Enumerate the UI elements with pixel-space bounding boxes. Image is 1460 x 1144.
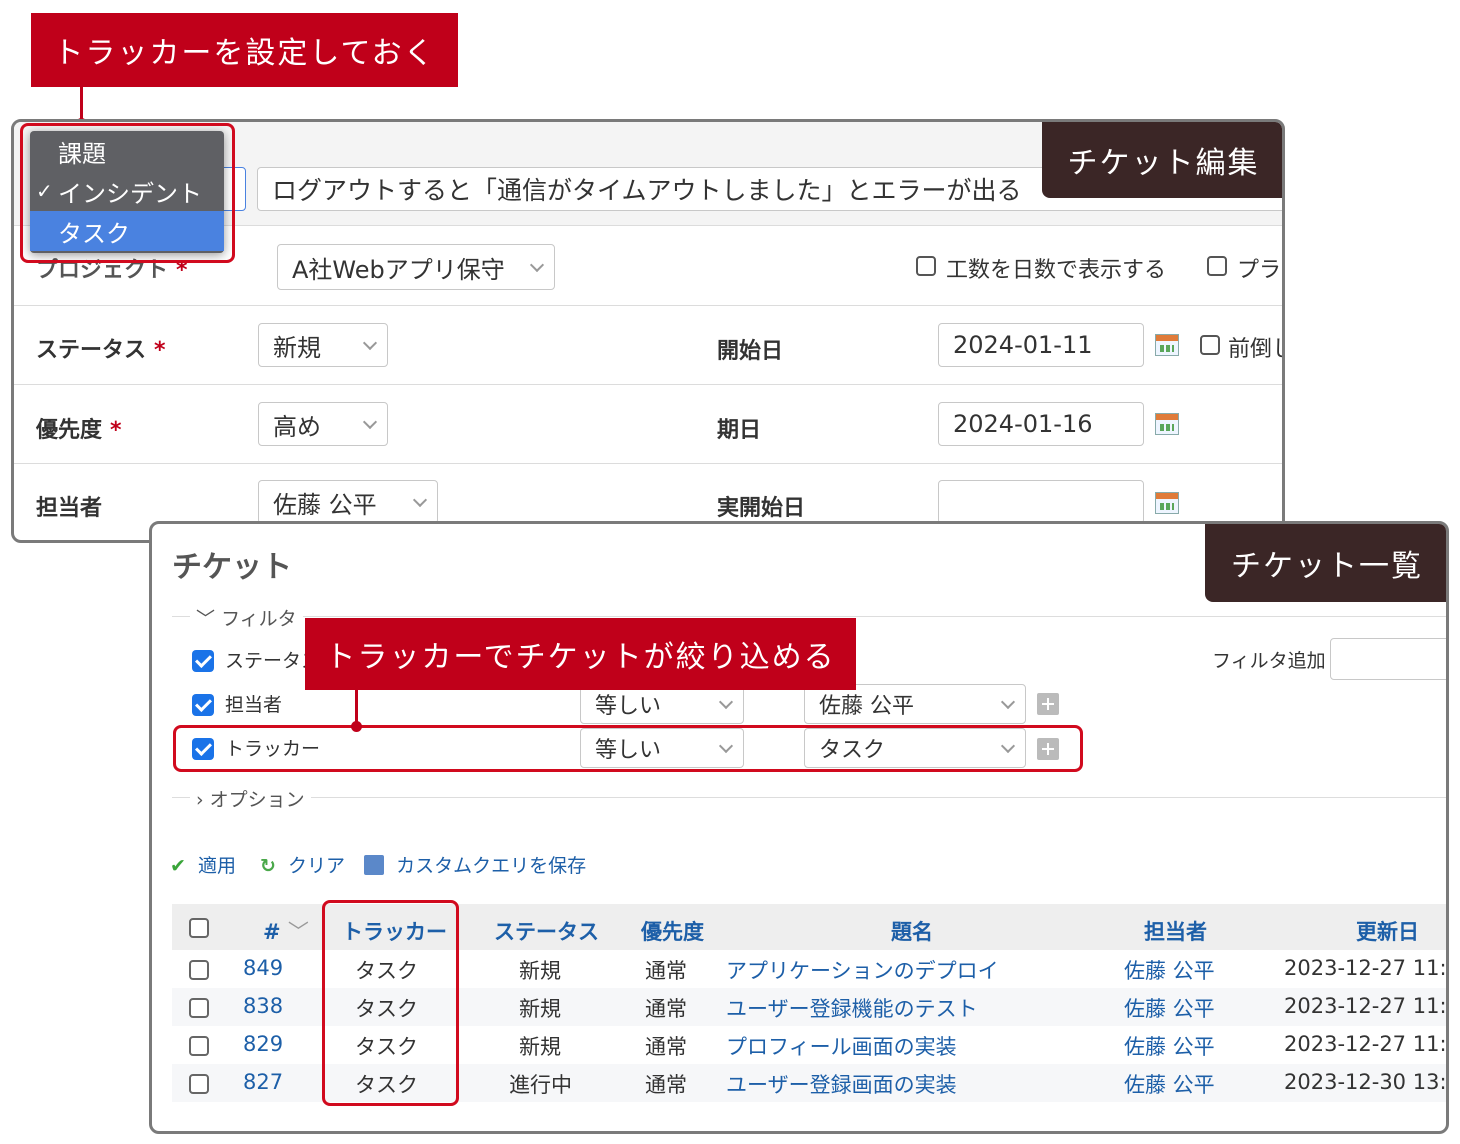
- row-id[interactable]: 849: [243, 956, 283, 980]
- row-subject[interactable]: アプリケーションのデプロイ: [726, 955, 999, 985]
- row-status: 進行中: [509, 1073, 572, 1097]
- chevron-down-icon: [718, 694, 734, 710]
- row-checkbox[interactable]: [189, 960, 209, 980]
- calendar-icon[interactable]: [1155, 413, 1179, 435]
- chevron-right-icon: ›: [196, 789, 204, 811]
- column-priority[interactable]: 優先度: [641, 916, 704, 946]
- calendar-icon[interactable]: [1155, 334, 1179, 356]
- row-updated: 2023-12-27 11:: [1284, 1032, 1447, 1056]
- row-assignee[interactable]: 佐藤 公平: [1124, 1069, 1215, 1099]
- days-checkbox[interactable]: [916, 256, 936, 276]
- start-date-label: 開始日: [717, 339, 784, 364]
- days-checkbox-label: 工数を日数で表示する: [946, 258, 1167, 283]
- chevron-down-icon: [362, 414, 378, 430]
- row-updated: 2023-12-30 13:: [1284, 1070, 1447, 1094]
- check-icon: ✔: [170, 855, 186, 877]
- actual-start-input[interactable]: [938, 480, 1144, 524]
- label-ticket-list: チケット一覧: [1205, 524, 1446, 602]
- option-divider: [172, 797, 1446, 798]
- status-label: ステータス *: [36, 338, 166, 363]
- front-checkbox[interactable]: [1200, 335, 1220, 355]
- row-status: 新規: [519, 959, 561, 983]
- row-subject[interactable]: ユーザー登録機能のテスト: [726, 993, 978, 1023]
- annotation-filter-by-tracker: トラッカーでチケットが絞り込める: [305, 618, 856, 690]
- column-status[interactable]: ステータス: [494, 916, 599, 946]
- subject-text: ログアウトすると「通信がタイムアウトしました」とエラーが出る: [272, 176, 1022, 205]
- front-checkbox-label: 前倒し: [1228, 337, 1282, 362]
- status-select[interactable]: 新規: [258, 323, 388, 367]
- row-subject[interactable]: プロフィール画面の実装: [726, 1031, 957, 1061]
- row-priority: 通常: [645, 1073, 687, 1097]
- annotation-set-tracker: トラッカーを設定しておく: [31, 13, 458, 87]
- row-priority: 通常: [645, 997, 687, 1021]
- highlight-tracker-column: [322, 900, 459, 1106]
- row-subject[interactable]: ユーザー登録画面の実装: [726, 1069, 957, 1099]
- due-date-input[interactable]: 2024-01-16: [938, 402, 1144, 446]
- row-id[interactable]: 838: [243, 994, 283, 1018]
- clear-button[interactable]: ↻ クリア: [260, 851, 345, 878]
- highlight-tracker-dropdown: [20, 123, 235, 263]
- row-id[interactable]: 827: [243, 1070, 283, 1094]
- reload-icon: ↻: [260, 855, 276, 877]
- chevron-down-icon: [529, 257, 545, 273]
- filter-checkbox-assignee[interactable]: [192, 694, 214, 716]
- chevron-down-icon: [412, 492, 428, 508]
- filter-field-assignee: 担当者: [225, 694, 283, 716]
- row-updated: 2023-12-27 11:: [1284, 956, 1447, 980]
- column-updated[interactable]: 更新日: [1356, 916, 1419, 946]
- actual-start-label: 実開始日: [717, 496, 806, 521]
- row-checkbox[interactable]: [189, 1074, 209, 1094]
- chevron-down-icon: ﹀: [196, 608, 216, 630]
- row-assignee[interactable]: 佐藤 公平: [1124, 993, 1215, 1023]
- page-title: チケット: [172, 550, 292, 585]
- row-assignee[interactable]: 佐藤 公平: [1124, 955, 1215, 985]
- save-query-button[interactable]: カスタムクエリを保存: [364, 851, 586, 878]
- row-checkbox[interactable]: [189, 1036, 209, 1056]
- chevron-down-icon: [362, 335, 378, 351]
- row-status: 新規: [519, 997, 561, 1021]
- column-subject[interactable]: 題名: [891, 916, 933, 946]
- row-assignee[interactable]: 佐藤 公平: [1124, 1031, 1215, 1061]
- column-id[interactable]: # ﹀: [263, 916, 309, 946]
- priority-label: 優先度 *: [36, 418, 122, 443]
- project-select[interactable]: A社Webアプリ保守: [277, 244, 555, 290]
- add-filter-label: フィルタ追加: [1212, 650, 1326, 672]
- row-checkbox[interactable]: [189, 998, 209, 1018]
- label-ticket-edit: チケット編集: [1042, 122, 1282, 198]
- row-priority: 通常: [645, 959, 687, 983]
- option-section-toggle[interactable]: › オプション: [190, 785, 311, 812]
- column-assignee[interactable]: 担当者: [1144, 916, 1207, 946]
- filter-divider: [172, 616, 1446, 617]
- row-priority: 通常: [645, 1035, 687, 1059]
- ticket-list-panel: チケット チケット一覧 ﹀ フィルタ ステータス フィルタ追加 担当者 等しい …: [149, 521, 1449, 1134]
- plan-checkbox[interactable]: [1207, 256, 1227, 276]
- assignee-select[interactable]: 佐藤 公平: [258, 480, 438, 524]
- row-status: 新規: [519, 1035, 561, 1059]
- annotation-connector: [355, 690, 358, 726]
- add-value-icon[interactable]: [1037, 693, 1059, 715]
- save-icon: [364, 855, 384, 875]
- row-id[interactable]: 829: [243, 1032, 283, 1056]
- filter-value-assignee[interactable]: 佐藤 公平: [804, 684, 1026, 724]
- calendar-icon[interactable]: [1155, 492, 1179, 514]
- highlight-tracker-filter: [173, 725, 1083, 772]
- start-date-input[interactable]: 2024-01-11: [938, 323, 1144, 367]
- filter-operator-assignee[interactable]: 等しい: [580, 684, 744, 724]
- add-filter-select[interactable]: [1330, 638, 1446, 680]
- assignee-label: 担当者: [36, 496, 103, 521]
- due-date-label: 期日: [717, 418, 762, 443]
- row-updated: 2023-12-27 11:: [1284, 994, 1447, 1018]
- chevron-down-icon: ﹀: [287, 920, 309, 944]
- select-all-checkbox[interactable]: [189, 918, 209, 938]
- plan-checkbox-label: プラ: [1237, 258, 1282, 283]
- priority-select[interactable]: 高め: [258, 402, 388, 446]
- apply-button[interactable]: ✔ 適用: [170, 851, 236, 878]
- filter-checkbox-status[interactable]: [192, 650, 214, 672]
- filter-section-toggle[interactable]: ﹀ フィルタ: [190, 604, 303, 631]
- chevron-down-icon: [1000, 694, 1016, 710]
